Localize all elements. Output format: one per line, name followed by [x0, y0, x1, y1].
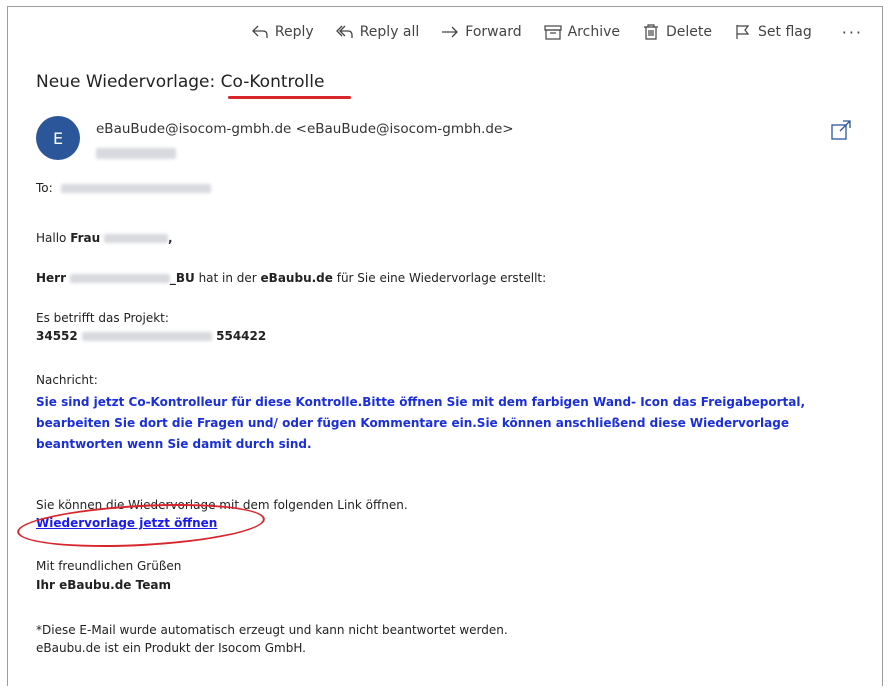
archive-icon — [544, 25, 562, 40]
avatar[interactable]: E — [36, 116, 80, 160]
greeting-bold: Frau — [70, 231, 101, 245]
message-label: Nachricht: — [36, 373, 98, 387]
popout-icon[interactable] — [830, 119, 852, 141]
reply-all-button[interactable]: Reply all — [335, 24, 420, 40]
delete-button[interactable]: Delete — [642, 24, 712, 40]
team-signature: Ihr eBaubu.de Team — [36, 578, 171, 592]
reply-all-icon — [335, 25, 353, 38]
forward-icon — [442, 26, 459, 38]
product-note: eBaubu.de ist ein Produkt der Isocom Gmb… — [36, 641, 306, 655]
redacted-recipient — [60, 184, 211, 193]
set-flag-label: Set flag — [758, 24, 812, 40]
project-number: 34552 — [36, 329, 78, 343]
project-label: Es betrifft das Projekt: — [36, 311, 169, 325]
redacted-name — [104, 234, 169, 243]
redacted-project-name — [81, 332, 212, 341]
intro-line: Herr _BU hat in der eBaubu.de für Sie ei… — [36, 271, 546, 285]
forward-button[interactable]: Forward — [441, 24, 522, 40]
greeting-comma: , — [168, 231, 173, 245]
to-label: To: — [36, 181, 53, 195]
closing: Mit freundlichen Grüßen — [36, 559, 182, 573]
auto-note: *Diese E-Mail wurde automatisch erzeugt … — [36, 623, 508, 637]
recipient-line: To: — [36, 181, 211, 195]
email-subject: Neue Wiedervorlage: Co-Kontrolle — [36, 72, 324, 92]
archive-button[interactable]: Archive — [544, 24, 620, 40]
more-icon[interactable]: ··· — [842, 23, 863, 42]
archive-label: Archive — [567, 24, 620, 40]
forward-label: Forward — [465, 24, 522, 40]
delete-label: Delete — [666, 24, 712, 40]
message-toolbar: Reply Reply all Forward Archive Delete S… — [229, 14, 863, 50]
message-body: Sie sind jetzt Co-Kontrolleur für diese … — [36, 395, 806, 451]
redacted-date — [96, 148, 176, 159]
greeting-prefix: Hallo — [36, 231, 71, 245]
herr-text: hat in der — [194, 271, 261, 285]
site-name: eBaubu.de — [260, 271, 333, 285]
reply-label: Reply — [274, 24, 314, 40]
herr-text2: für Sie eine Wiedervorlage erstellt: — [332, 271, 547, 285]
subject-highlight: Co-Kontrolle — [220, 72, 325, 92]
reply-button[interactable]: Reply — [251, 24, 314, 40]
sender-address[interactable]: eBauBude@isocom-gmbh.de <eBauBude@isocom… — [96, 121, 514, 137]
subject-prefix: Neue Wiedervorlage: — [36, 72, 221, 92]
herr-suffix: _BU — [169, 271, 195, 285]
project-code: 554422 — [216, 329, 267, 343]
greeting: Hallo Frau , — [36, 231, 173, 245]
project-line: 34552 554422 — [36, 329, 266, 343]
redacted-sender-name — [69, 274, 170, 283]
set-flag-button[interactable]: Set flag — [734, 24, 812, 40]
flag-icon — [736, 25, 750, 39]
reply-all-label: Reply all — [359, 24, 420, 40]
herr-bold: Herr — [36, 271, 67, 285]
delete-icon — [644, 24, 658, 40]
reply-icon — [252, 25, 268, 38]
red-underline-annotation — [228, 96, 351, 99]
